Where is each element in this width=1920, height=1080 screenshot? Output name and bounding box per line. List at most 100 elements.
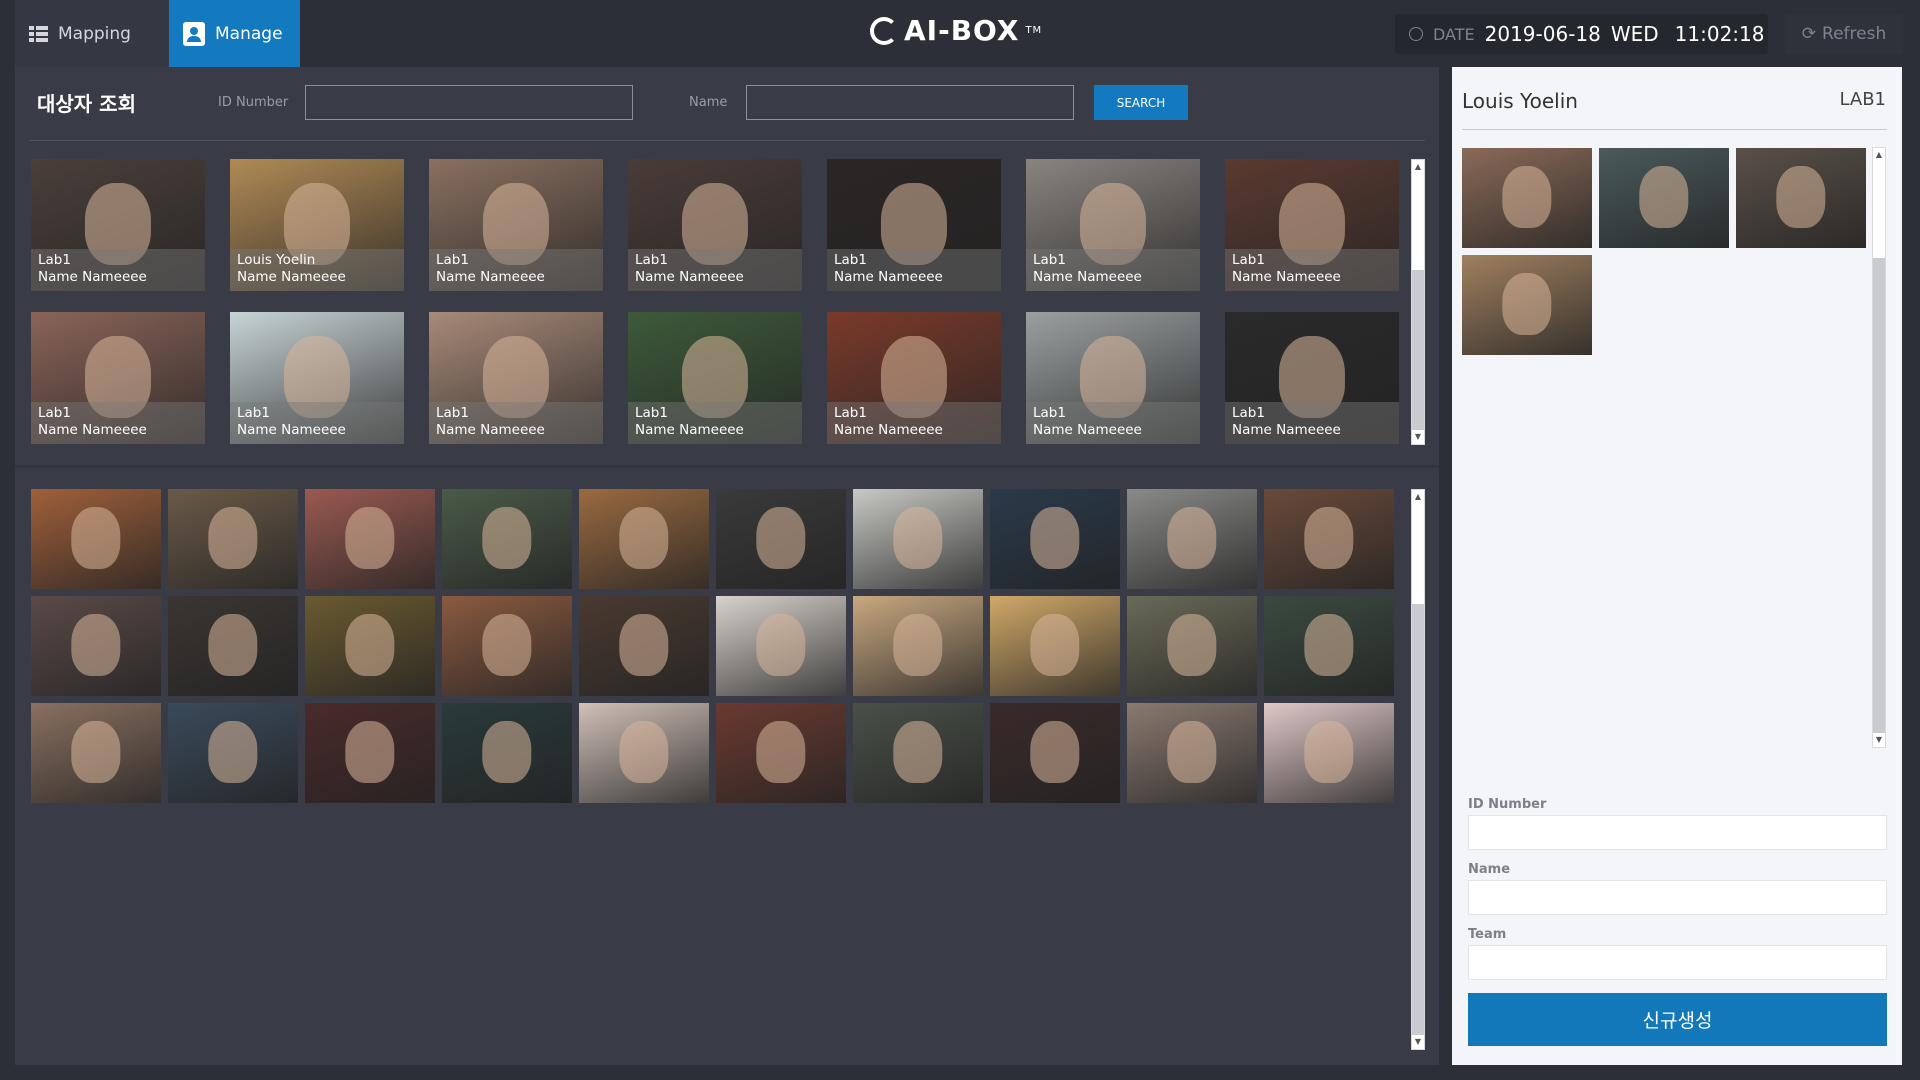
card-team: Lab1 [1033, 252, 1066, 268]
card-caption: Louis Yoelin Name Nameeee [230, 249, 404, 291]
person-card[interactable]: Lab1 Name Nameeee [1225, 312, 1399, 444]
face-photo [208, 614, 258, 676]
gallery-photo[interactable] [579, 596, 709, 696]
gallery-photo[interactable] [716, 489, 846, 589]
gallery-photo[interactable] [990, 489, 1120, 589]
card-caption: Lab1 Name Nameeee [628, 402, 802, 444]
detail-name: Louis Yoelin [1462, 89, 1578, 113]
face-photo [1502, 273, 1552, 335]
gallery-photo[interactable] [31, 596, 161, 696]
gallery-photo[interactable] [1127, 489, 1257, 589]
divider [1462, 129, 1887, 130]
face-photo [71, 721, 121, 783]
id-number-input[interactable] [305, 85, 633, 120]
card-team: Lab1 [38, 252, 71, 268]
card-caption: Lab1 Name Nameeee [827, 402, 1001, 444]
card-caption: Lab1 Name Nameeee [1026, 402, 1200, 444]
face-photo [619, 614, 669, 676]
card-caption: Lab1 Name Nameeee [31, 249, 205, 291]
refresh-icon: ⟳ [1801, 24, 1817, 44]
tab-manage-label: Manage [215, 23, 283, 44]
person-card[interactable]: Lab1 Name Nameeee [628, 312, 802, 444]
person-card[interactable]: Lab1 Name Nameeee [1026, 312, 1200, 444]
face-photo [208, 507, 258, 569]
gallery-photo[interactable] [716, 596, 846, 696]
gallery-photo[interactable] [442, 596, 572, 696]
person-card[interactable]: Lab1 Name Nameeee [230, 312, 404, 444]
name-label: Name [689, 95, 728, 110]
gallery-photo[interactable] [1127, 703, 1257, 803]
card-team: Lab1 [834, 405, 867, 421]
card-team: Lab1 [436, 405, 469, 421]
person-card[interactable]: Lab1 Name Nameeee [827, 312, 1001, 444]
gallery-photo[interactable] [168, 703, 298, 803]
face-photo [756, 614, 806, 676]
detail-photo[interactable] [1736, 148, 1866, 248]
detail-photo[interactable] [1599, 148, 1729, 248]
person-card[interactable]: Lab1 Name Nameeee [827, 159, 1001, 291]
refresh-button[interactable]: ⟳ Refresh [1785, 14, 1903, 54]
face-photo [345, 507, 395, 569]
face-photo [619, 721, 669, 783]
detail-id-input[interactable] [1468, 815, 1887, 850]
person-card[interactable]: Lab1 Name Nameeee [31, 312, 205, 444]
detail-photos-scrollbar[interactable]: ▲ ▼ [1872, 147, 1886, 748]
list-icon [29, 25, 48, 42]
gallery-photo[interactable] [990, 703, 1120, 803]
gallery-photo[interactable] [853, 596, 983, 696]
gallery-photo[interactable] [305, 489, 435, 589]
face-photo [345, 721, 395, 783]
gallery-photo[interactable] [168, 489, 298, 589]
tab-mapping[interactable]: Mapping [15, 0, 169, 67]
person-card[interactable]: Louis Yoelin Name Nameeee [230, 159, 404, 291]
detail-photo[interactable] [1462, 255, 1592, 355]
gallery-photo[interactable] [853, 489, 983, 589]
card-team: Lab1 [834, 252, 867, 268]
face-photo [1030, 507, 1080, 569]
gallery-photo[interactable] [305, 596, 435, 696]
detail-photo[interactable] [1462, 148, 1592, 248]
gallery-photo[interactable] [1264, 596, 1394, 696]
gallery-photo[interactable] [1264, 489, 1394, 589]
name-input[interactable] [746, 85, 1074, 120]
person-card[interactable]: Lab1 Name Nameeee [429, 312, 603, 444]
card-team: Lab1 [38, 405, 71, 421]
card-name: Name Nameeee [38, 269, 147, 285]
create-new-button[interactable]: 신규생성 [1468, 993, 1887, 1046]
card-name: Name Nameeee [635, 269, 744, 285]
tab-manage[interactable]: Manage [169, 0, 300, 76]
user-badge-icon [183, 21, 205, 46]
id-number-label: ID Number [218, 95, 289, 110]
person-card[interactable]: Lab1 Name Nameeee [628, 159, 802, 291]
card-team: Lab1 [635, 252, 668, 268]
card-caption: Lab1 Name Nameeee [31, 402, 205, 444]
face-photo [893, 507, 943, 569]
gallery-photo[interactable] [305, 703, 435, 803]
gallery-scrollbar[interactable]: ▲ ▼ [1411, 489, 1425, 1050]
gallery-photo[interactable] [442, 489, 572, 589]
face-photo [893, 614, 943, 676]
gallery-photo[interactable] [168, 596, 298, 696]
person-card[interactable]: Lab1 Name Nameeee [429, 159, 603, 291]
gallery-photo[interactable] [442, 703, 572, 803]
gallery-photo[interactable] [716, 703, 846, 803]
gallery-photo[interactable] [1127, 596, 1257, 696]
gallery-photo[interactable] [579, 703, 709, 803]
person-card[interactable]: Lab1 Name Nameeee [1026, 159, 1200, 291]
cards-scrollbar[interactable]: ▲ ▼ [1411, 159, 1425, 445]
gallery-photo[interactable] [579, 489, 709, 589]
search-button[interactable]: SEARCH [1094, 85, 1188, 120]
detail-name-input[interactable] [1468, 880, 1887, 915]
card-name: Name Nameeee [237, 269, 346, 285]
gallery-photo[interactable] [31, 703, 161, 803]
gallery-photo[interactable] [31, 489, 161, 589]
gallery-photo[interactable] [990, 596, 1120, 696]
tab-mapping-label: Mapping [58, 23, 131, 44]
gallery-photo[interactable] [1264, 703, 1394, 803]
person-card[interactable]: Lab1 Name Nameeee [1225, 159, 1399, 291]
person-card[interactable]: Lab1 Name Nameeee [31, 159, 205, 291]
card-caption: Lab1 Name Nameeee [1225, 402, 1399, 444]
detail-name-label: Name [1468, 862, 1511, 877]
gallery-photo[interactable] [853, 703, 983, 803]
detail-team-input[interactable] [1468, 945, 1887, 980]
